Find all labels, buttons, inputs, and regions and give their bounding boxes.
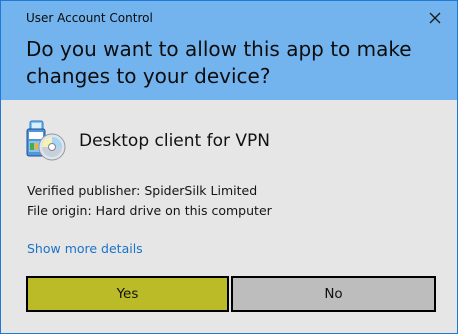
yes-button-label: Yes [116, 286, 139, 302]
yes-button[interactable]: Yes [26, 276, 229, 312]
app-disc-icon [26, 120, 66, 161]
permission-question: Do you want to allow this app to make ch… [26, 37, 412, 88]
uac-dialog: User Account Control Do you want to allo… [0, 0, 458, 334]
publisher-text: Verified publisher: SpiderSilk Limited [27, 183, 258, 198]
file-origin-text: File origin: Hard drive on this computer [27, 203, 272, 218]
dialog-header: User Account Control Do you want to allo… [1, 1, 457, 100]
close-button[interactable] [422, 6, 448, 30]
app-name: Desktop client for VPN [79, 131, 270, 151]
no-button[interactable]: No [231, 276, 436, 312]
show-more-details-link[interactable]: Show more details [27, 241, 143, 257]
close-icon [429, 12, 441, 24]
window-title: User Account Control [26, 11, 153, 25]
no-button-label: No [324, 286, 343, 302]
